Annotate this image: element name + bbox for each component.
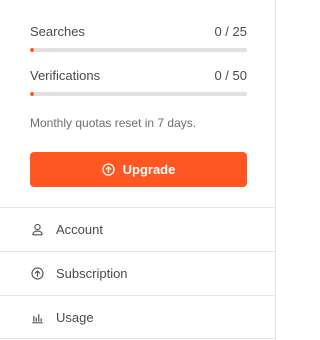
arrow-up-circle-icon <box>101 163 115 176</box>
verifications-count: 0 / 50 <box>214 68 247 83</box>
arrow-up-circle-icon <box>30 267 44 281</box>
menu-item-subscription-label: Subscription <box>56 266 128 281</box>
verifications-progress-bar <box>30 92 247 96</box>
verifications-label: Verifications <box>30 68 101 83</box>
searches-label: Searches <box>30 24 85 39</box>
upgrade-button-label: Upgrade <box>122 162 176 177</box>
searches-count: 0 / 25 <box>214 24 247 39</box>
quota-reset-note: Monthly quotas reset in 7 days. <box>30 116 197 130</box>
account-menu: Account Subscription Usage <box>0 207 276 339</box>
searches-progress-fill <box>30 48 34 52</box>
searches-quota: Searches 0 / 25 <box>30 24 247 52</box>
menu-item-subscription[interactable]: Subscription <box>0 251 276 295</box>
verifications-progress-fill <box>30 92 34 96</box>
verifications-quota: Verifications 0 / 50 <box>30 68 247 96</box>
user-icon <box>30 223 44 237</box>
account-dropdown-panel: Searches 0 / 25 Verifications 0 / 50 Mon… <box>0 0 276 340</box>
upgrade-button[interactable]: Upgrade <box>30 152 247 187</box>
menu-item-usage-label: Usage <box>56 309 94 325</box>
menu-item-account[interactable]: Account <box>0 207 276 251</box>
menu-item-usage[interactable]: Usage <box>0 295 276 339</box>
bar-chart-icon <box>30 310 44 324</box>
searches-progress-bar <box>30 48 247 52</box>
menu-item-account-label: Account <box>56 222 103 237</box>
